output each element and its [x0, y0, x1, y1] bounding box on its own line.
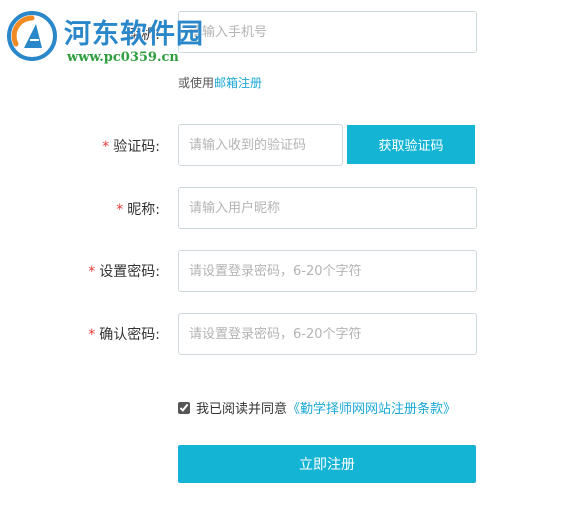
- code-input[interactable]: [178, 124, 343, 166]
- code-required-mark: *: [102, 139, 110, 155]
- agreement-checkbox[interactable]: [178, 401, 190, 414]
- watermark: 河东软件园 www.pc0359.cn: [0, 0, 240, 80]
- watermark-url: www.pc0359.cn: [67, 50, 179, 65]
- site-logo-icon: [7, 11, 57, 61]
- nickname-input[interactable]: [178, 187, 477, 229]
- agreement-row: 我已阅读并同意 《勤学择师网网站注册条款》: [178, 398, 456, 417]
- register-button[interactable]: 立即注册: [178, 445, 476, 483]
- password-label-text: 设置密码:: [99, 264, 160, 280]
- code-label-text: 验证码:: [113, 139, 160, 155]
- nickname-label: * 昵称:: [0, 199, 160, 219]
- confirm-password-input[interactable]: [178, 313, 477, 355]
- password-input[interactable]: [178, 250, 477, 292]
- nickname-label-text: 昵称:: [127, 202, 160, 218]
- code-label: * 验证码:: [0, 136, 160, 156]
- agreement-terms-link[interactable]: 《勤学择师网网站注册条款》: [287, 398, 456, 417]
- nickname-required-mark: *: [116, 202, 124, 218]
- password-required-mark: *: [88, 264, 96, 280]
- password-label: * 设置密码:: [0, 261, 160, 281]
- confirm-password-required-mark: *: [88, 327, 96, 343]
- confirm-password-label: * 确认密码:: [0, 324, 160, 344]
- agreement-text: 我已阅读并同意: [196, 402, 288, 417]
- watermark-title: 河东软件园: [64, 19, 204, 50]
- confirm-password-label-text: 确认密码:: [99, 327, 160, 343]
- register-page: 河东软件园 www.pc0359.cn 手机: 或使用邮箱注册 *验证码: 获取…: [0, 0, 580, 505]
- get-code-button[interactable]: 获取验证码: [347, 125, 475, 164]
